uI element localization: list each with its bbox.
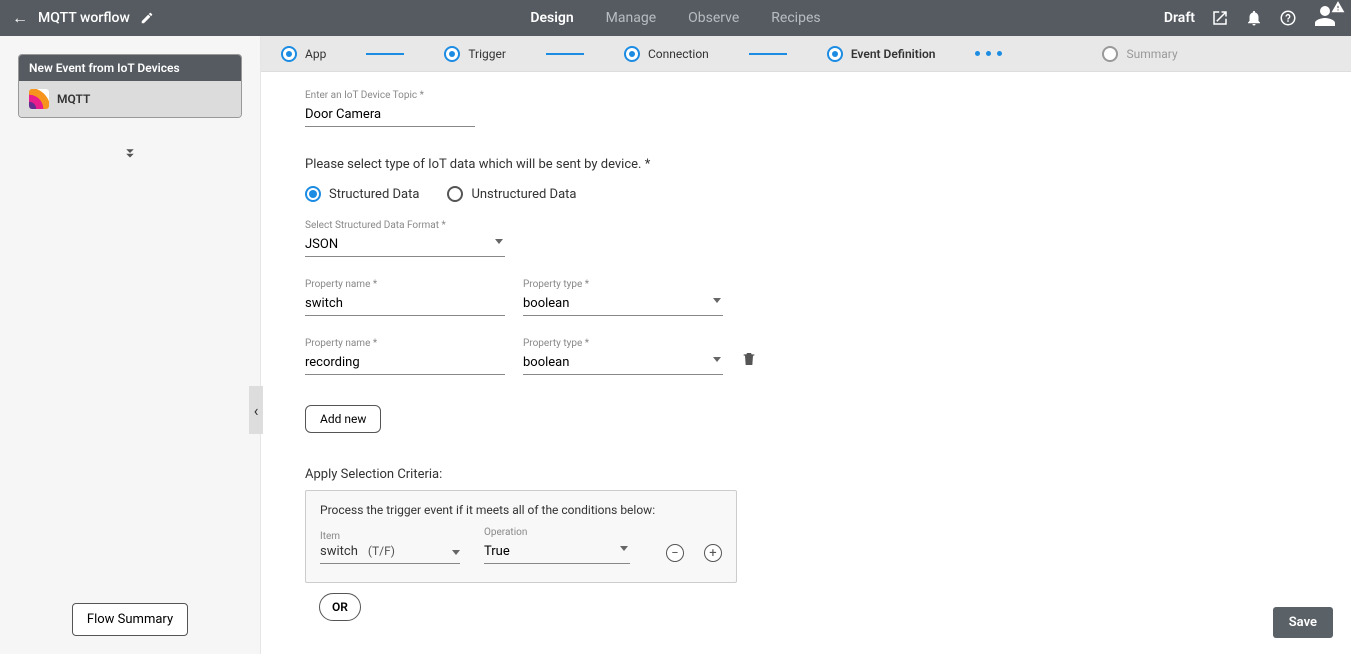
criteria-crud-buttons: − +	[666, 544, 722, 564]
step-label: Summary	[1126, 47, 1177, 61]
property-type-label: Property type *	[523, 338, 723, 349]
add-new-button[interactable]: Add new	[305, 405, 381, 433]
mqtt-logo-icon	[29, 89, 49, 109]
workflow-title: MQTT worflow	[38, 10, 130, 26]
radio-structured[interactable]: Structured Data	[305, 186, 419, 202]
topic-label: Enter an IoT Device Topic *	[305, 90, 1307, 101]
topbar: ← MQTT worflow Design Manage Observe Rec…	[0, 0, 1351, 36]
radio-icon	[305, 186, 321, 202]
tab-manage[interactable]: Manage	[604, 0, 658, 36]
top-tabs: Design Manage Observe Recipes	[528, 0, 822, 36]
stepper: App Trigger Connection Event Definition …	[261, 36, 1351, 72]
data-type-prompt: Please select type of IoT data which wil…	[305, 157, 1307, 172]
topic-group: Enter an IoT Device Topic *	[305, 90, 1307, 127]
step-connector	[546, 53, 584, 55]
back-arrow-icon[interactable]: ←	[12, 8, 28, 28]
criteria-op-label: Operation	[484, 527, 630, 538]
radio-row: Structured Data Unstructured Data	[305, 186, 1307, 202]
property-row: Property name * Property type *	[305, 338, 1307, 375]
format-group: Select Structured Data Format *	[305, 220, 1307, 257]
form-area: Enter an IoT Device Topic * Please selec…	[261, 72, 1351, 654]
radio-label: Unstructured Data	[471, 187, 576, 202]
radio-icon	[447, 186, 463, 202]
criteria-row: Item switch (T/F) Operation − +	[320, 527, 722, 564]
property-row: Property name * Property type *	[305, 279, 1307, 316]
step-circle-icon	[1102, 46, 1118, 62]
step-label: App	[305, 47, 326, 61]
bell-icon[interactable]	[1245, 9, 1263, 27]
tab-design[interactable]: Design	[528, 0, 575, 36]
card-header: New Event from IoT Devices	[19, 55, 241, 81]
criteria-item-label: Item	[320, 531, 460, 542]
criteria-item-select[interactable]: switch (T/F)	[320, 544, 460, 564]
or-button[interactable]: OR	[319, 593, 361, 621]
property-name-label: Property name *	[305, 279, 505, 290]
property-type-label: Property type *	[523, 279, 723, 290]
chevron-double-down-icon[interactable]	[121, 144, 139, 166]
step-label: Event Definition	[851, 47, 936, 61]
property-name-input[interactable]	[305, 351, 505, 375]
step-event-definition[interactable]: Event Definition	[827, 46, 936, 62]
criteria-desc: Process the trigger event if it meets al…	[320, 503, 722, 517]
step-dots-icon	[975, 51, 1002, 56]
edit-icon[interactable]	[140, 11, 154, 25]
step-circle-icon	[624, 46, 640, 62]
card-app-label: MQTT	[57, 92, 90, 106]
topbar-right: Draft	[1164, 4, 1351, 32]
property-type-select[interactable]	[523, 351, 723, 375]
step-circle-icon	[444, 46, 460, 62]
save-button[interactable]: Save	[1273, 607, 1333, 638]
step-connector	[749, 53, 787, 55]
radio-label: Structured Data	[329, 187, 419, 202]
event-card[interactable]: New Event from IoT Devices MQTT	[18, 54, 242, 118]
property-type-select[interactable]	[523, 292, 723, 316]
step-label: Connection	[648, 47, 709, 61]
open-external-icon[interactable]	[1211, 9, 1229, 27]
step-connection[interactable]: Connection	[624, 46, 709, 62]
criteria-box: Process the trigger event if it meets al…	[305, 490, 737, 583]
tab-label: Design	[530, 10, 573, 26]
left-panel: New Event from IoT Devices MQTT Flow Sum…	[0, 36, 261, 654]
status-label: Draft	[1164, 10, 1195, 26]
tab-label: Recipes	[771, 10, 820, 26]
remove-condition-button[interactable]: −	[666, 544, 684, 562]
topic-input[interactable]	[305, 103, 475, 127]
tab-label: Manage	[606, 10, 656, 26]
content: ‹ App Trigger Connection Event Definitio…	[261, 36, 1351, 654]
criteria-item-tf: (T/F)	[368, 544, 395, 558]
flow-summary-button[interactable]: Flow Summary	[72, 603, 188, 636]
criteria-title: Apply Selection Criteria:	[305, 467, 1307, 482]
tab-observe[interactable]: Observe	[686, 0, 741, 36]
step-app[interactable]: App	[281, 46, 326, 62]
help-icon[interactable]	[1279, 9, 1297, 27]
collapse-panel-handle[interactable]: ‹	[249, 386, 263, 434]
criteria-op-select[interactable]	[484, 540, 630, 564]
step-circle-icon	[827, 46, 843, 62]
radio-unstructured[interactable]: Unstructured Data	[447, 186, 576, 202]
criteria-item-value: switch	[320, 544, 358, 559]
avatar-wrap[interactable]	[1313, 4, 1337, 32]
property-name-label: Property name *	[305, 338, 505, 349]
topbar-left: ← MQTT worflow	[0, 8, 154, 28]
tab-recipes[interactable]: Recipes	[769, 0, 822, 36]
step-summary[interactable]: Summary	[1102, 46, 1177, 62]
tab-label: Observe	[688, 10, 739, 26]
warning-icon	[1331, 0, 1345, 14]
trash-icon[interactable]	[741, 351, 757, 375]
card-body: MQTT	[19, 81, 241, 117]
format-label: Select Structured Data Format *	[305, 220, 1307, 231]
add-condition-button[interactable]: +	[704, 544, 722, 562]
step-label: Trigger	[468, 47, 506, 61]
property-name-input[interactable]	[305, 292, 505, 316]
caret-down-icon	[452, 550, 460, 555]
step-connector	[366, 53, 404, 55]
step-trigger[interactable]: Trigger	[444, 46, 506, 62]
format-select[interactable]	[305, 233, 505, 257]
main: New Event from IoT Devices MQTT Flow Sum…	[0, 36, 1351, 654]
step-circle-icon	[281, 46, 297, 62]
